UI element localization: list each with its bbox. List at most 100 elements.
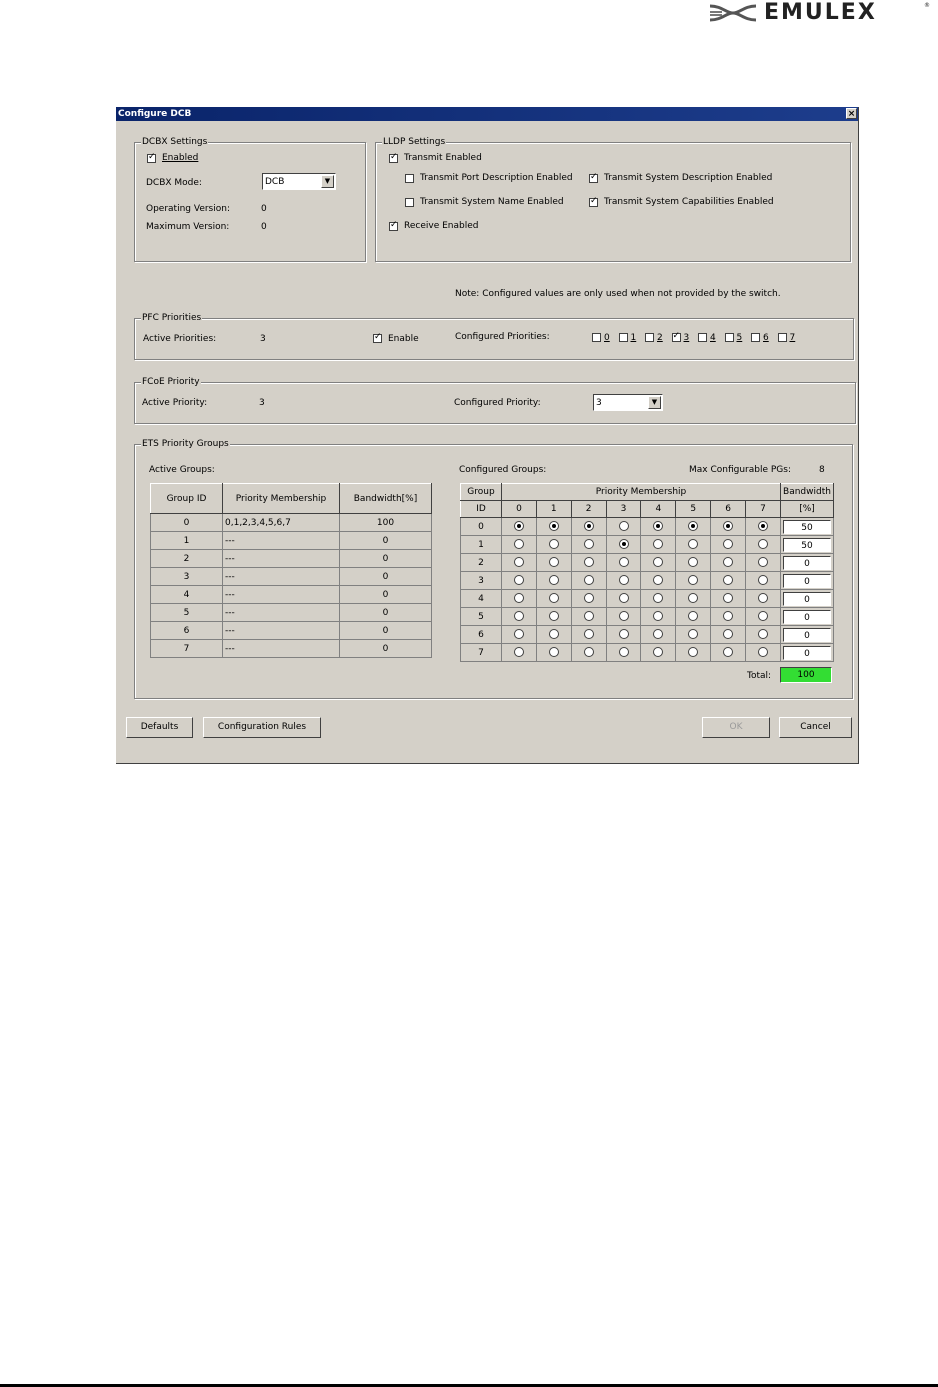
pfc-priority-6-checkbox[interactable] (751, 333, 760, 342)
priority-5-radio[interactable] (688, 521, 699, 532)
priority-0-radio[interactable] (513, 593, 524, 604)
chevron-down-icon[interactable]: ▼ (648, 396, 661, 409)
fcoe-priority-select[interactable]: 3 ▼ (593, 394, 663, 411)
priority-3-radio[interactable] (618, 539, 629, 550)
priority-7-radio[interactable] (758, 593, 768, 604)
priority-4-radio[interactable] (653, 593, 664, 604)
pfc-enable-checkbox[interactable] (373, 332, 382, 343)
transmit-enabled-checkbox[interactable] (389, 152, 398, 163)
priority-6-radio[interactable] (723, 647, 734, 658)
priority-6-radio[interactable] (723, 629, 734, 640)
priority-2-radio[interactable] (583, 647, 594, 658)
priority-7-radio[interactable] (758, 521, 768, 532)
priority-7-radio[interactable] (758, 629, 768, 640)
priority-1-radio[interactable] (548, 611, 559, 622)
priority-2-radio[interactable] (583, 593, 594, 604)
priority-0-radio[interactable] (513, 611, 524, 622)
priority-3-radio[interactable] (618, 575, 629, 586)
priority-3-radio[interactable] (618, 593, 629, 604)
bandwidth-input[interactable]: 0 (783, 645, 831, 660)
pfc-priority-3-checkbox[interactable] (671, 331, 681, 342)
priority-0-radio[interactable] (513, 647, 524, 658)
priority-5-radio[interactable] (688, 575, 699, 586)
priority-0-radio[interactable] (513, 629, 524, 640)
priority-1-radio[interactable] (548, 521, 559, 532)
priority-4-radio[interactable] (653, 521, 664, 532)
pfc-priority-5-checkbox[interactable] (724, 333, 734, 342)
priority-5-radio[interactable] (688, 557, 699, 568)
transmit-sys-desc-checkbox[interactable] (589, 172, 598, 183)
bandwidth-input[interactable]: 0 (783, 627, 831, 642)
bandwidth-input[interactable]: 0 (783, 555, 831, 570)
priority-3-radio[interactable] (618, 647, 629, 658)
priority-1-radio[interactable] (548, 539, 559, 550)
priority-1-radio[interactable] (548, 593, 559, 604)
bandwidth-cell: 0 (780, 553, 834, 572)
priority-5-radio[interactable] (688, 629, 699, 640)
bandwidth-input[interactable]: 50 (783, 537, 831, 552)
bandwidth-input[interactable]: 0 (783, 591, 831, 606)
priority-1-radio[interactable] (548, 629, 559, 640)
configure-dcb-dialog: Configure DCB × DCBX Settings Enabled DC… (116, 107, 859, 764)
priority-2-radio[interactable] (583, 557, 594, 568)
priority-7-radio[interactable] (758, 575, 768, 586)
priority-4-radio[interactable] (653, 557, 664, 568)
priority-5-radio[interactable] (688, 647, 699, 658)
bandwidth-input[interactable]: 50 (783, 519, 831, 534)
pfc-priority-7-checkbox[interactable] (777, 333, 787, 342)
dcbx-mode-select[interactable]: DCB ▼ (262, 173, 336, 190)
pfc-priority-1-checkbox[interactable] (618, 333, 628, 342)
priority-3-radio[interactable] (618, 611, 629, 622)
pfc-priority-4-checkbox[interactable] (698, 333, 707, 342)
priority-7-radio[interactable] (758, 557, 768, 568)
pfc-priority-2-checkbox[interactable] (645, 333, 654, 342)
priority-4-radio[interactable] (653, 539, 664, 550)
priority-0-radio[interactable] (513, 557, 524, 568)
priority-6-radio[interactable] (723, 593, 734, 604)
priority-3-radio[interactable] (618, 521, 629, 532)
priority-7-radio[interactable] (758, 539, 768, 550)
defaults-button[interactable]: Defaults (126, 717, 193, 738)
bandwidth-input[interactable]: 0 (783, 573, 831, 588)
priority-2-radio[interactable] (583, 521, 594, 532)
priority-1-radio[interactable] (548, 647, 559, 658)
priority-4-radio[interactable] (653, 575, 664, 586)
priority-3-radio[interactable] (618, 557, 629, 568)
priority-2-radio[interactable] (583, 629, 594, 640)
priority-2-radio[interactable] (583, 575, 594, 586)
ok-button[interactable]: OK (702, 717, 770, 738)
priority-2-radio[interactable] (583, 539, 594, 550)
transmit-sys-name-checkbox[interactable] (405, 198, 414, 207)
priority-1-radio[interactable] (548, 575, 559, 586)
configuration-rules-button[interactable]: Configuration Rules (203, 717, 321, 738)
priority-3-radio[interactable] (618, 629, 629, 640)
priority-7-radio[interactable] (758, 611, 768, 622)
priority-6-radio[interactable] (723, 557, 734, 568)
priority-6-radio[interactable] (723, 539, 734, 550)
receive-enabled-checkbox[interactable] (389, 220, 398, 231)
priority-1-radio[interactable] (548, 557, 559, 568)
priority-2-radio[interactable] (583, 611, 594, 622)
priority-4-radio[interactable] (653, 611, 664, 622)
priority-0-radio[interactable] (513, 539, 524, 550)
priority-4-radio[interactable] (653, 647, 664, 658)
title-bar[interactable]: Configure DCB × (116, 107, 858, 121)
priority-6-radio[interactable] (723, 521, 734, 532)
priority-5-radio[interactable] (688, 593, 699, 604)
priority-5-radio[interactable] (688, 611, 699, 622)
priority-6-radio[interactable] (723, 611, 734, 622)
bandwidth-input[interactable]: 0 (783, 609, 831, 624)
cancel-button[interactable]: Cancel (779, 717, 852, 738)
priority-6-radio[interactable] (723, 575, 734, 586)
pfc-priority-0-checkbox[interactable] (592, 333, 601, 342)
priority-0-radio[interactable] (513, 521, 524, 532)
transmit-port-desc-checkbox[interactable] (405, 174, 414, 183)
chevron-down-icon[interactable]: ▼ (321, 175, 334, 188)
transmit-sys-caps-checkbox[interactable] (589, 196, 598, 207)
priority-4-radio[interactable] (653, 629, 664, 640)
priority-5-radio[interactable] (688, 539, 699, 550)
dcbx-enabled-checkbox[interactable] (147, 152, 156, 163)
close-button[interactable]: × (846, 108, 857, 119)
priority-0-radio[interactable] (513, 575, 524, 586)
priority-7-radio[interactable] (758, 647, 768, 658)
